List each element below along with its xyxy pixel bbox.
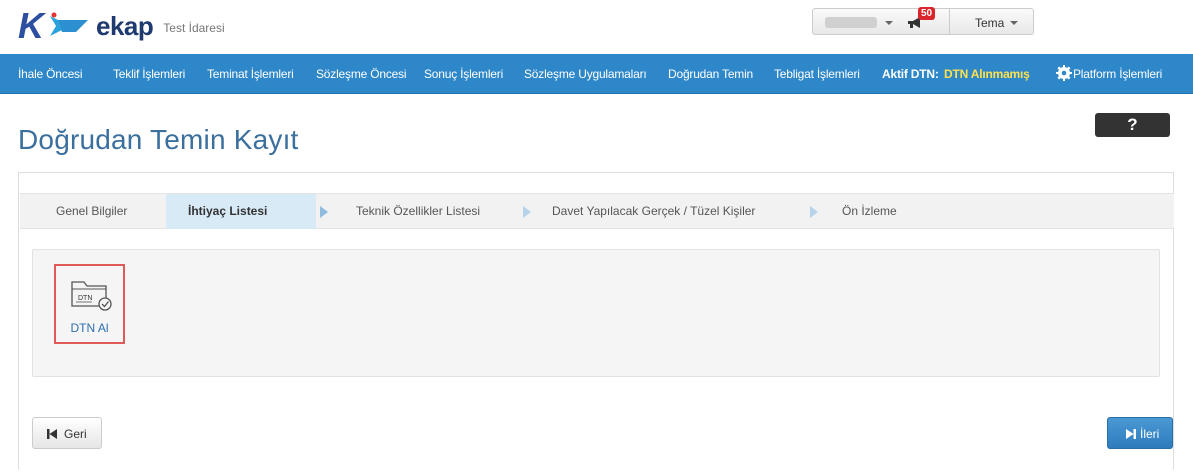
- next-button[interactable]: İleri: [1107, 417, 1173, 449]
- wizard-steps: Genel Bilgiler İhtiyaç Listesi Teknik Öz…: [20, 193, 1174, 229]
- nav-item-teminat-islemleri[interactable]: Teminat İşlemleri: [207, 67, 294, 81]
- logo-k-mark: K: [18, 5, 44, 46]
- active-dtn-label: Aktif DTN:: [882, 67, 939, 81]
- step-genel-bilgiler[interactable]: Genel Bilgiler: [56, 194, 127, 229]
- active-dtn-value: DTN Alınmamış: [944, 67, 1030, 81]
- next-label: İleri: [1140, 427, 1160, 441]
- wizard-panel: Genel Bilgiler İhtiyaç Listesi Teknik Öz…: [18, 172, 1174, 470]
- notification-badge: 50: [918, 7, 936, 20]
- skip-forward-icon: [1126, 429, 1136, 439]
- brand-name: ekap: [96, 10, 154, 41]
- ekap-logo[interactable]: K ekap Test İdaresi: [18, 8, 225, 44]
- nav-item-sozlesme-uygulamalari[interactable]: Sözleşme Uygulamaları: [524, 67, 647, 81]
- dtn-folder-icon: DTN: [71, 281, 112, 311]
- nav-item-ihale-oncesi[interactable]: İhale Öncesi: [18, 67, 83, 81]
- page-title: Doğrudan Temin Kayıt: [18, 124, 299, 155]
- top-header: K ekap Test İdaresi 50 Tema: [0, 0, 1193, 54]
- gear-icon[interactable]: [1056, 65, 1072, 81]
- dtn-al-button[interactable]: DTN DTN Al: [54, 264, 125, 344]
- step-on-izleme[interactable]: Ön İzleme: [842, 194, 897, 229]
- help-button[interactable]: ?: [1095, 113, 1170, 137]
- nav-item-teklif-islemleri[interactable]: Teklif İşlemleri: [113, 67, 185, 81]
- dtn-al-label: DTN Al: [70, 321, 109, 335]
- dtn-icon-text: DTN: [78, 295, 92, 302]
- bird-icon: [50, 12, 88, 36]
- step-arrow-icon: [810, 206, 818, 218]
- step-content: DTN DTN Al: [32, 249, 1160, 377]
- theme-dropdown[interactable]: Tema: [950, 8, 1034, 35]
- theme-label: Tema: [975, 16, 1005, 30]
- back-button[interactable]: Geri: [32, 417, 102, 449]
- skip-back-icon: [47, 429, 57, 439]
- user-dropdown[interactable]: [812, 8, 899, 35]
- main-navbar: İhale Öncesi Teklif İşlemleri Teminat İş…: [0, 54, 1193, 94]
- notifications-button[interactable]: 50: [898, 7, 950, 35]
- user-name-blurred: [825, 17, 877, 28]
- nav-item-sozlesme-oncesi[interactable]: Sözleşme Öncesi: [316, 67, 407, 81]
- page: K ekap Test İdaresi 50 Tema İhale Öncesi…: [0, 0, 1193, 474]
- nav-item-sonuc-islemleri[interactable]: Sonuç İşlemleri: [424, 67, 503, 81]
- nav-item-platform-islemleri[interactable]: Platform İşlemleri: [1073, 67, 1162, 81]
- step-davet-yapilacak[interactable]: Davet Yapılacak Gerçek / Tüzel Kişiler: [552, 194, 755, 229]
- brand-subtitle: Test İdaresi: [163, 21, 225, 35]
- step-ihtiyac-listesi[interactable]: İhtiyaç Listesi: [166, 194, 316, 229]
- step-teknik-ozellikler[interactable]: Teknik Özellikler Listesi: [356, 194, 480, 229]
- chevron-down-icon: [1010, 21, 1018, 25]
- back-label: Geri: [64, 427, 87, 441]
- nav-item-dogrudan-temin[interactable]: Doğrudan Temin: [668, 67, 753, 81]
- nav-item-tebligat-islemleri[interactable]: Tebligat İşlemleri: [774, 67, 860, 81]
- chevron-down-icon: [885, 21, 893, 25]
- step-arrow-icon: [320, 206, 328, 218]
- step-arrow-icon: [523, 206, 531, 218]
